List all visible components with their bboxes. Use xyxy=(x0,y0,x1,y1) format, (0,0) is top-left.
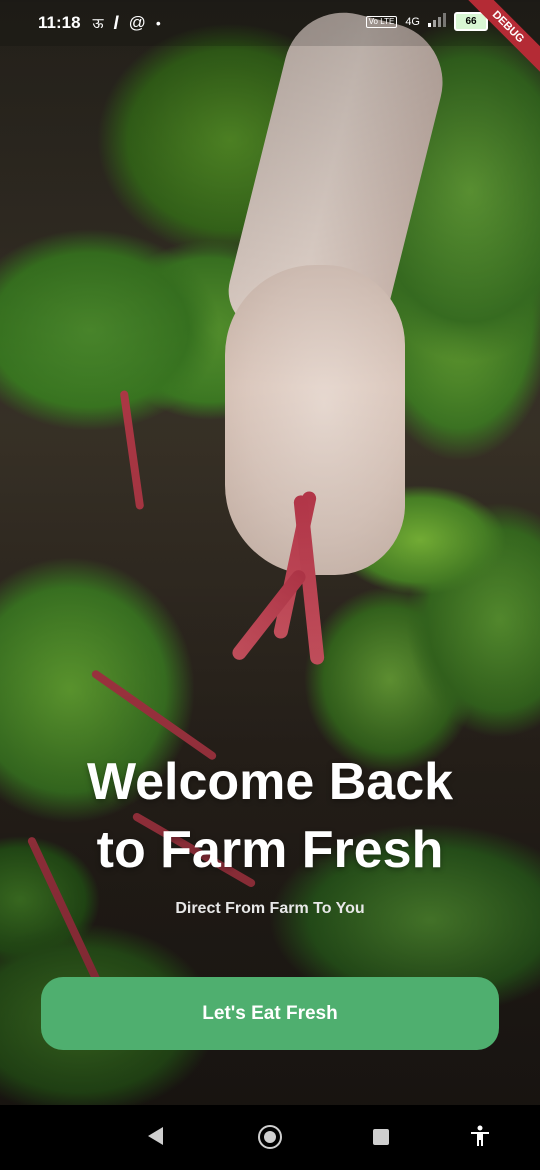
lets-eat-fresh-button[interactable]: Let's Eat Fresh xyxy=(41,977,499,1050)
signal-icon xyxy=(428,13,446,30)
status-right-icons: Vo LTE 4G 66 xyxy=(365,12,488,31)
welcome-subtitle: Direct From Farm To You xyxy=(175,900,365,917)
dot-icon: • xyxy=(155,15,161,31)
status-time: 11:18 xyxy=(38,13,81,32)
l-app-icon: l xyxy=(113,12,119,33)
status-bar: 11:18 ऊ l @ • Vo LTE 4G 66 DEBUG xyxy=(0,0,540,83)
volte-icon: Vo LTE xyxy=(365,15,398,28)
sim-text-icon: ऊ xyxy=(92,14,104,31)
status-left-icons: ऊ l @ • xyxy=(93,13,161,34)
accessibility-icon[interactable] xyxy=(469,1125,491,1147)
at-sign-icon: @ xyxy=(128,13,146,32)
home-icon[interactable] xyxy=(258,1125,282,1149)
system-nav-bar xyxy=(0,1105,540,1170)
recent-apps-icon[interactable] xyxy=(373,1129,389,1145)
welcome-title: Welcome Back to Farm Fresh xyxy=(0,748,540,884)
network-label: 4G xyxy=(405,15,420,28)
back-icon[interactable] xyxy=(148,1127,163,1145)
image-overlay xyxy=(0,0,540,1105)
title-line-1: Welcome Back xyxy=(86,753,454,811)
title-line-2: to Farm Fresh xyxy=(96,821,444,879)
background-photo xyxy=(0,0,540,1105)
